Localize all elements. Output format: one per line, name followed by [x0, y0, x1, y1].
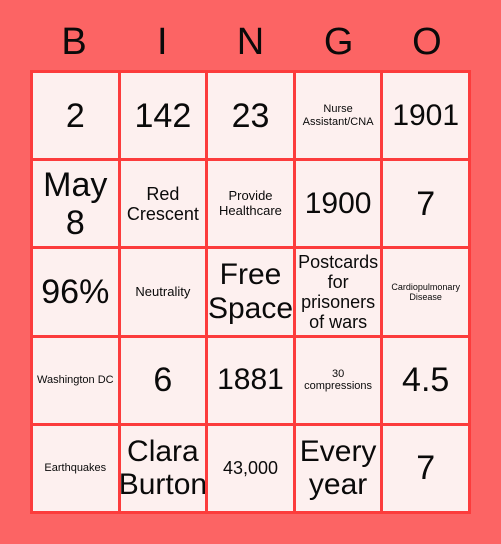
- bingo-cell-free-space[interactable]: Free Space: [208, 249, 293, 335]
- bingo-cell-b5[interactable]: Earthquakes: [33, 425, 118, 511]
- bingo-cell-g3[interactable]: Postcards for prisoners of wars: [295, 249, 381, 335]
- bingo-cell-i4[interactable]: 6: [120, 337, 206, 423]
- bingo-cell-g1[interactable]: Nurse Assistant/CNA: [295, 73, 381, 159]
- bingo-card: B I N G O 2 142 23 Nurse Assistant/CNA 1…: [0, 0, 501, 544]
- bingo-cell-o4[interactable]: 4.5: [383, 337, 468, 423]
- bingo-cell-n2[interactable]: Provide Healthcare: [208, 161, 293, 247]
- bingo-header-letter-i: I: [157, 21, 168, 63]
- bingo-cell-o1[interactable]: 1901: [383, 73, 468, 159]
- bingo-cell-o5[interactable]: 7: [383, 425, 468, 511]
- bingo-cell-i1[interactable]: 142: [120, 73, 206, 159]
- bingo-cell-g5[interactable]: Every year: [295, 425, 381, 511]
- bingo-header-letter-o: O: [412, 21, 442, 63]
- bingo-cell-o3[interactable]: Cardiopulmonary Disease: [383, 249, 468, 335]
- bingo-cell-n5[interactable]: 43,000: [208, 425, 293, 511]
- bingo-cell-i5[interactable]: Clara Burton: [120, 425, 206, 511]
- bingo-cell-g4[interactable]: 30 compressions: [295, 337, 381, 423]
- bingo-cell-b4[interactable]: Washington DC: [33, 337, 118, 423]
- bingo-cell-b3[interactable]: 96%: [33, 249, 118, 335]
- bingo-header-letter-b: B: [61, 21, 87, 63]
- bingo-cell-b1[interactable]: 2: [33, 73, 118, 159]
- bingo-cell-i3[interactable]: Neutrality: [120, 249, 206, 335]
- bingo-cell-o2[interactable]: 7: [383, 161, 468, 247]
- bingo-cell-n1[interactable]: 23: [208, 73, 293, 159]
- bingo-cell-n4[interactable]: 1881: [208, 337, 293, 423]
- bingo-header-letter-g: G: [323, 21, 354, 63]
- bingo-header-letter-n: N: [236, 21, 265, 63]
- bingo-cell-i2[interactable]: Red Crescent: [120, 161, 206, 247]
- bingo-cell-b2[interactable]: May 8: [33, 161, 118, 247]
- bingo-grid: 2 142 23 Nurse Assistant/CNA 1901 May 8 …: [30, 70, 471, 514]
- bingo-cell-g2[interactable]: 1900: [295, 161, 381, 247]
- bingo-header: B I N G O: [30, 18, 471, 66]
